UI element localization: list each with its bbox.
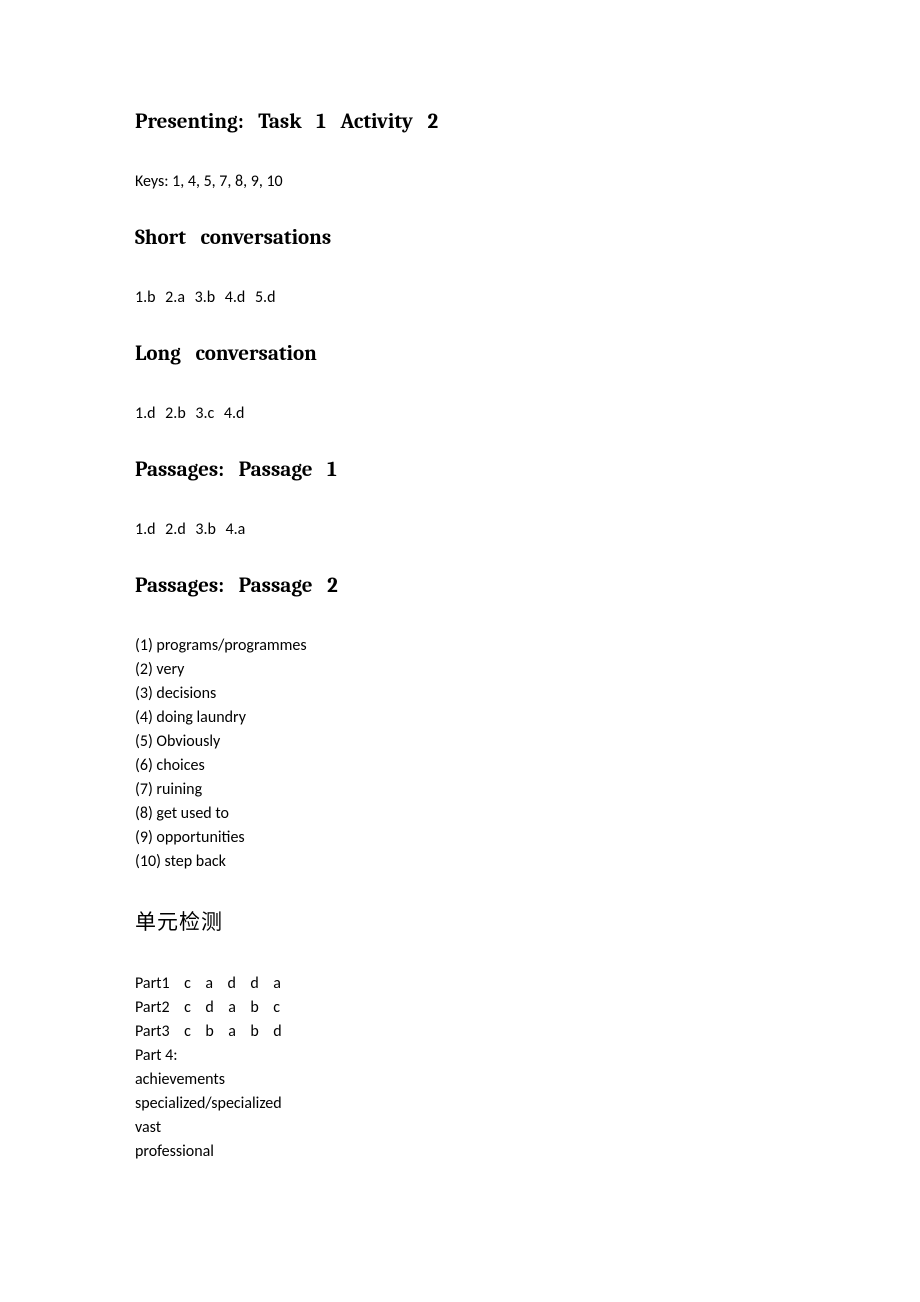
list-item: vast [135, 1116, 785, 1140]
list-item: achievements [135, 1068, 785, 1092]
list-item: professional [135, 1140, 785, 1164]
block-presenting: Keys: 1, 4, 5, 7, 8, 9, 10 [135, 170, 785, 194]
list-item: (8) get used to [135, 802, 785, 826]
document-page: Presenting: Task 1 Activity 2 Keys: 1, 4… [0, 0, 920, 1256]
list-item: specialized/specialized [135, 1092, 785, 1116]
heading-presenting: Presenting: Task 1 Activity 2 [135, 110, 785, 134]
list-item: (4) doing laundry [135, 706, 785, 730]
list-item: Part3 c b a b d [135, 1020, 785, 1044]
keys-line: Keys: 1, 4, 5, 7, 8, 9, 10 [135, 170, 785, 194]
heading-long-conversation: Long conversation [135, 342, 785, 366]
heading-passage-1: Passages: Passage 1 [135, 458, 785, 482]
block-short-conversations: 1.b 2.a 3.b 4.d 5.d [135, 286, 785, 310]
list-item: (7) ruining [135, 778, 785, 802]
list-item: (2) very [135, 658, 785, 682]
block-passage-2: (1) programs/programmes (2) very (3) dec… [135, 634, 785, 874]
list-item: Part 4: [135, 1044, 785, 1068]
answers-passage-1: 1.d 2.d 3.b 4.a [135, 518, 785, 542]
list-item: (10) step back [135, 850, 785, 874]
list-item: (3) decisions [135, 682, 785, 706]
block-unit-test: Part1 c a d d a Part2 c d a b c Part3 c … [135, 972, 785, 1164]
list-item: (9) opportunities [135, 826, 785, 850]
answers-long-conv: 1.d 2.b 3.c 4.d [135, 402, 785, 426]
answers-short-conv: 1.b 2.a 3.b 4.d 5.d [135, 286, 785, 310]
list-item: Part2 c d a b c [135, 996, 785, 1020]
heading-passage-2: Passages: Passage 2 [135, 574, 785, 598]
block-passage-1: 1.d 2.d 3.b 4.a [135, 518, 785, 542]
list-item: Part1 c a d d a [135, 972, 785, 996]
list-item: (6) choices [135, 754, 785, 778]
block-long-conversation: 1.d 2.b 3.c 4.d [135, 402, 785, 426]
heading-unit-test: 单元检测 [135, 906, 785, 936]
list-item: (5) Obviously [135, 730, 785, 754]
heading-short-conversations: Short conversations [135, 226, 785, 250]
list-item: (1) programs/programmes [135, 634, 785, 658]
